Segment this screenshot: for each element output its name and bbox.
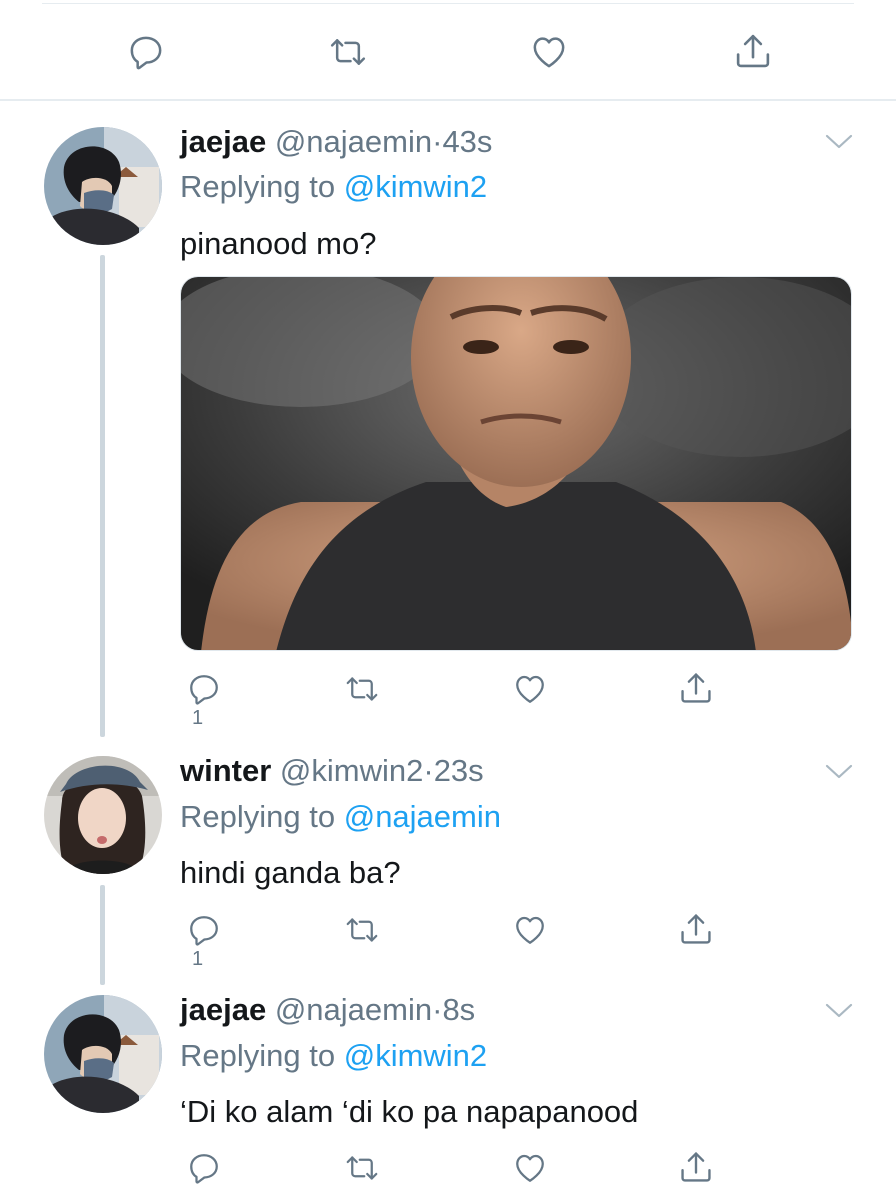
retweet-button[interactable] <box>343 1150 381 1186</box>
share-icon <box>681 1152 711 1182</box>
mention-link[interactable]: @kimwin2 <box>344 1038 487 1073</box>
tweet-text: ‘Di ko alam ‘di ko pa napapanood <box>180 1094 639 1129</box>
replying-to: Replying to @kimwin2 <box>180 1038 487 1074</box>
reply-button[interactable] <box>186 1150 222 1186</box>
separator-dot: · <box>432 992 443 1027</box>
replying-to-label: Replying to <box>180 1038 344 1073</box>
user-handle[interactable]: @najaemin <box>275 992 432 1027</box>
reply-icon <box>190 1154 218 1184</box>
like-button[interactable] <box>511 1150 549 1186</box>
avatar-jaejae[interactable] <box>44 995 162 1113</box>
avatar-image <box>44 995 162 1113</box>
retweet-icon <box>346 1156 378 1180</box>
tweet-3[interactable]: jaejae @najaemin·8s Replying to @kimwin2… <box>0 0 896 1200</box>
heart-icon <box>516 1154 544 1182</box>
chevron-down-icon[interactable] <box>824 1001 854 1021</box>
tweet-header: jaejae @najaemin·8s <box>180 992 475 1028</box>
timestamp[interactable]: 8s <box>442 992 475 1027</box>
display-name[interactable]: jaejae <box>180 992 266 1027</box>
share-button[interactable] <box>677 1148 715 1186</box>
